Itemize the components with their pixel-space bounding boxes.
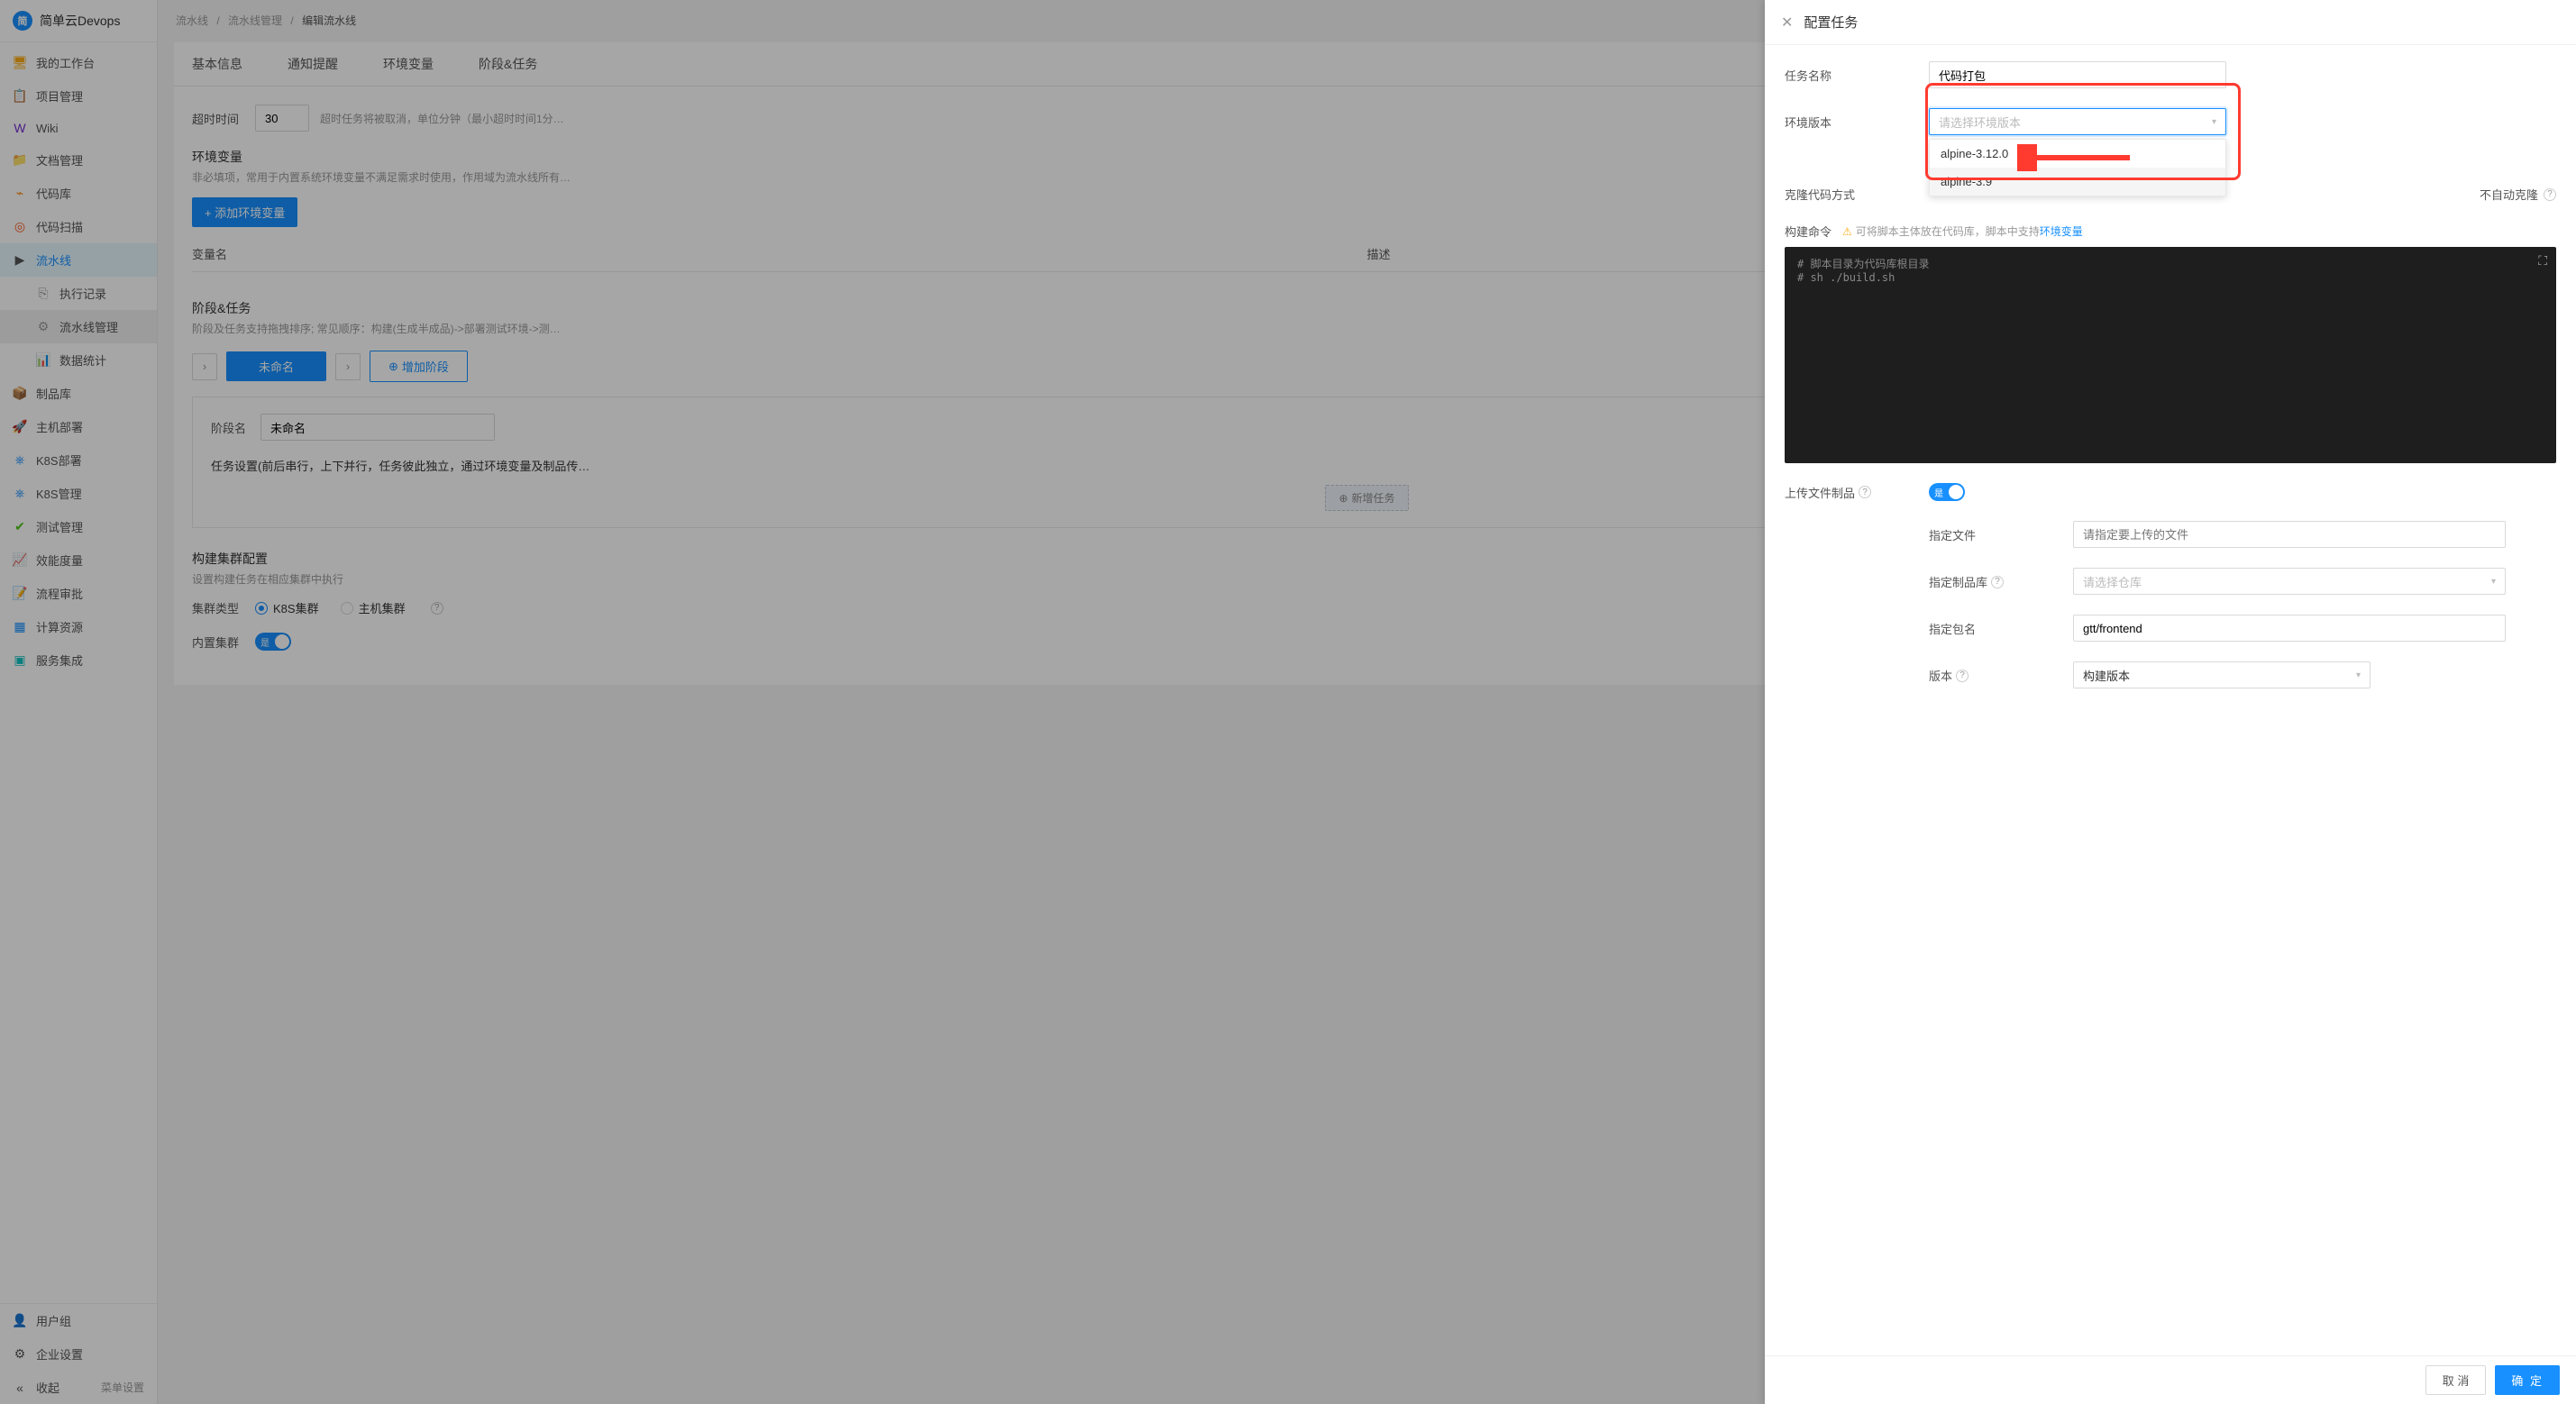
package-name-input[interactable] bbox=[2073, 615, 2506, 642]
package-name-label: 指定包名 bbox=[1785, 615, 2073, 637]
help-icon[interactable]: ? bbox=[1991, 576, 2004, 588]
build-cmd-label: 构建命令 bbox=[1785, 223, 1832, 240]
chevron-down-icon: ▾ bbox=[2212, 117, 2216, 127]
clone-method-value: 不自动克隆 bbox=[2480, 186, 2538, 203]
help-icon[interactable]: ? bbox=[1859, 486, 1871, 498]
help-icon[interactable]: ? bbox=[2544, 188, 2556, 201]
build-script-editor[interactable]: # 脚本目录为代码库根目录 # sh ./build.sh⛶ bbox=[1785, 247, 2556, 463]
upload-artifact-label: 上传文件制品 bbox=[1785, 484, 1855, 501]
clone-method-label: 克隆代码方式 bbox=[1785, 180, 1929, 203]
specify-repo-select[interactable]: 请选择仓库 ▾ bbox=[2073, 568, 2506, 595]
confirm-button[interactable]: 确 定 bbox=[2495, 1365, 2560, 1395]
build-cmd-hint: 可将脚本主体放在代码库，脚本中支持 bbox=[1856, 223, 2040, 239]
env-version-dropdown: alpine-3.12.0 alpine-3.9 bbox=[1929, 139, 2226, 196]
config-task-drawer: ✕ 配置任务 任务名称 环境版本 请选择环境版本 ▾ alpine-3.12 bbox=[1765, 0, 2576, 1404]
specify-repo-label: 指定制品库 bbox=[1929, 573, 1987, 590]
warning-icon: ⚠ bbox=[1842, 225, 1852, 238]
version-label: 版本 bbox=[1929, 667, 1952, 684]
chevron-down-icon: ▾ bbox=[2356, 670, 2361, 680]
env-version-label: 环境版本 bbox=[1785, 108, 1929, 131]
fullscreen-icon[interactable]: ⛶ bbox=[2538, 254, 2547, 269]
task-name-label: 任务名称 bbox=[1785, 61, 1929, 84]
close-icon[interactable]: ✕ bbox=[1781, 14, 1793, 32]
env-var-link[interactable]: 环境变量 bbox=[2040, 223, 2083, 239]
dropdown-option[interactable]: alpine-3.12.0 bbox=[1930, 140, 2225, 168]
version-select[interactable]: 构建版本 ▾ bbox=[2073, 661, 2370, 688]
cancel-button[interactable]: 取 消 bbox=[2425, 1365, 2487, 1395]
specify-file-label: 指定文件 bbox=[1785, 521, 2073, 543]
env-version-select[interactable]: 请选择环境版本 ▾ bbox=[1929, 108, 2226, 135]
upload-artifact-toggle[interactable]: 是 bbox=[1929, 483, 1965, 501]
help-icon[interactable]: ? bbox=[1956, 670, 1969, 682]
specify-file-input[interactable] bbox=[2073, 521, 2506, 548]
task-name-input[interactable] bbox=[1929, 61, 2226, 88]
drawer-title: 配置任务 bbox=[1804, 13, 1858, 32]
dropdown-option[interactable]: alpine-3.9 bbox=[1930, 168, 2225, 196]
chevron-down-icon: ▾ bbox=[2491, 577, 2496, 587]
